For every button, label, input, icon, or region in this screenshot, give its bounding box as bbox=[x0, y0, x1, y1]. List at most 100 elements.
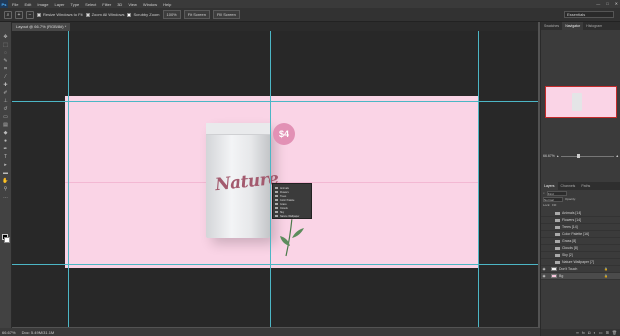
trash-icon[interactable]: 🗑 bbox=[612, 330, 617, 335]
menu-filter[interactable]: Filter bbox=[102, 2, 111, 7]
zoom-tool-sidebar-icon[interactable]: ⚲ bbox=[2, 186, 10, 192]
quick-select-tool-icon[interactable]: ✎ bbox=[2, 58, 10, 64]
zoom-tool-icon[interactable]: ⌕ bbox=[4, 10, 12, 19]
layer-group-dropdown: Animals Flowers Trees Color Palette Gras… bbox=[272, 183, 312, 219]
menu-view[interactable]: View bbox=[128, 2, 137, 7]
menu-window[interactable]: Window bbox=[143, 2, 157, 7]
opacity-label: Opacity: bbox=[565, 197, 577, 201]
eye-icon[interactable]: ◉ bbox=[541, 267, 547, 271]
more-tools-icon[interactable]: … bbox=[2, 194, 10, 200]
kind-filter-select[interactable]: Kind bbox=[546, 190, 567, 196]
workspace-select[interactable]: Essentials bbox=[564, 11, 614, 18]
menu-select[interactable]: Select bbox=[85, 2, 96, 7]
layer-name: Sky [2] bbox=[562, 253, 573, 257]
healing-tool-icon[interactable]: ✚ bbox=[2, 82, 10, 88]
mask-icon[interactable]: ◘ bbox=[588, 330, 590, 335]
document-tab-bar: Layout @ 66.7% (RGB/8#) * bbox=[12, 22, 538, 31]
layer-row[interactable]: Animals [14] bbox=[541, 210, 620, 217]
crop-tool-icon[interactable]: ⌗ bbox=[2, 66, 10, 72]
folder-icon bbox=[555, 232, 560, 236]
resize-windows-label: Resize Windows to Fit bbox=[43, 12, 83, 17]
zoom-100-button[interactable]: 100% bbox=[162, 10, 181, 19]
tab-layers[interactable]: Layers bbox=[541, 182, 558, 190]
lock-icon: 🔒 bbox=[604, 274, 608, 278]
blur-tool-icon[interactable]: ◆ bbox=[2, 130, 10, 136]
close-button[interactable]: ✕ bbox=[615, 1, 618, 6]
guide-horizontal[interactable] bbox=[12, 264, 538, 265]
window-controls: — □ ✕ bbox=[596, 1, 618, 6]
layer-row[interactable]: Trees [14] bbox=[541, 224, 620, 231]
history-brush-tool-icon[interactable]: ↺ bbox=[2, 106, 10, 112]
pen-tool-icon[interactable]: ✒ bbox=[2, 146, 10, 152]
navigator-thumbnail[interactable] bbox=[545, 86, 617, 118]
layer-row[interactable]: ◉ Bg 🔒 bbox=[541, 273, 620, 280]
guide-horizontal[interactable] bbox=[12, 101, 538, 102]
adjustment-icon[interactable]: ◐ bbox=[593, 330, 595, 335]
zoom-in-small-icon[interactable]: ▲ bbox=[616, 154, 619, 158]
move-tool-icon[interactable]: ✥ bbox=[2, 34, 10, 40]
eyedropper-tool-icon[interactable]: ⁄ bbox=[2, 74, 10, 80]
resize-windows-checkbox[interactable]: Resize Windows to Fit bbox=[37, 12, 83, 17]
new-layer-icon[interactable]: ⊞ bbox=[606, 330, 609, 335]
menu-type[interactable]: Type bbox=[71, 2, 80, 7]
scrubby-zoom-checkbox[interactable]: Scrubby Zoom bbox=[127, 12, 160, 17]
minimize-button[interactable]: — bbox=[596, 1, 600, 6]
zoom-level[interactable]: 66.67% bbox=[2, 330, 16, 335]
stamp-tool-icon[interactable]: ⊥ bbox=[2, 98, 10, 104]
layer-row[interactable]: Color Palette [16] bbox=[541, 231, 620, 238]
dodge-tool-icon[interactable]: ● bbox=[2, 138, 10, 144]
brush-tool-icon[interactable]: ✐ bbox=[2, 90, 10, 96]
shape-tool-icon[interactable]: ▬ bbox=[2, 170, 10, 176]
folder-icon[interactable]: ▭ bbox=[599, 330, 603, 335]
zoom-slider-knob[interactable] bbox=[576, 153, 580, 158]
tab-swatches[interactable]: Swatches bbox=[541, 22, 562, 30]
eraser-tool-icon[interactable]: ▭ bbox=[2, 114, 10, 120]
menu-3d[interactable]: 3D bbox=[117, 2, 122, 7]
background-color-swatch[interactable] bbox=[4, 237, 10, 243]
gradient-tool-icon[interactable]: ▤ bbox=[2, 122, 10, 128]
fill-screen-button[interactable]: Fill Screen bbox=[212, 10, 240, 19]
layer-row[interactable]: Clouds [8] bbox=[541, 245, 620, 252]
layer-name: Animals [14] bbox=[562, 211, 582, 215]
menu-image[interactable]: Image bbox=[37, 2, 48, 7]
guide-vertical[interactable] bbox=[270, 31, 271, 327]
menu-layer[interactable]: Layer bbox=[54, 2, 64, 7]
navigator-zoom-value[interactable]: 66.67% bbox=[543, 154, 555, 158]
dropdown-item[interactable]: Nature Wallpaper bbox=[275, 214, 309, 218]
artboard[interactable]: Nature $4 Animals Flowers Trees Color Pa… bbox=[65, 96, 478, 268]
main-menu: File Edit Image Layer Type Select Filter… bbox=[12, 2, 171, 7]
zoom-in-icon[interactable]: + bbox=[15, 10, 23, 19]
guide-vertical[interactable] bbox=[478, 31, 479, 327]
menu-file[interactable]: File bbox=[12, 2, 18, 7]
menu-edit[interactable]: Edit bbox=[24, 2, 31, 7]
layer-row[interactable]: Nature Wallpaper [7] bbox=[541, 259, 620, 266]
fit-screen-button[interactable]: Fit Screen bbox=[183, 10, 210, 19]
maximize-button[interactable]: □ bbox=[606, 1, 608, 6]
link-icon[interactable]: ∞ bbox=[576, 330, 579, 335]
tab-histogram[interactable]: Histogram bbox=[583, 22, 605, 30]
canvas-area[interactable]: Nature $4 Animals Flowers Trees Color Pa… bbox=[12, 31, 538, 327]
document-tab[interactable]: Layout @ 66.7% (RGB/8#) * bbox=[12, 23, 71, 31]
layer-row[interactable]: Flowers [14] bbox=[541, 217, 620, 224]
fx-icon[interactable]: fx bbox=[582, 330, 585, 335]
path-select-tool-icon[interactable]: ▸ bbox=[2, 162, 10, 168]
zoom-slider[interactable] bbox=[560, 153, 614, 158]
tab-paths[interactable]: Paths bbox=[578, 182, 593, 190]
hand-tool-icon[interactable]: ✋ bbox=[2, 178, 10, 184]
marquee-tool-icon[interactable]: ⬚ bbox=[2, 42, 10, 48]
folder-icon bbox=[555, 239, 560, 243]
layer-row[interactable]: Sky [2] bbox=[541, 252, 620, 259]
lasso-tool-icon[interactable]: ◌ bbox=[2, 50, 10, 56]
blend-mode-select[interactable]: Normal bbox=[543, 196, 563, 202]
eye-icon[interactable]: ◉ bbox=[541, 274, 547, 278]
tab-channels[interactable]: Channels bbox=[558, 182, 579, 190]
zoom-out-small-icon[interactable]: ▴ bbox=[557, 154, 559, 158]
layer-row[interactable]: ◉ Don't Touch 🔒 bbox=[541, 266, 620, 273]
type-tool-icon[interactable]: T bbox=[2, 154, 10, 160]
zoom-out-icon[interactable]: − bbox=[26, 10, 34, 19]
layer-row[interactable]: Grass [8] bbox=[541, 238, 620, 245]
menu-help[interactable]: Help bbox=[163, 2, 171, 7]
zoom-all-windows-checkbox[interactable]: Zoom All Windows bbox=[85, 12, 124, 17]
guide-vertical[interactable] bbox=[68, 31, 69, 327]
tab-navigator[interactable]: Navigator bbox=[562, 22, 584, 30]
